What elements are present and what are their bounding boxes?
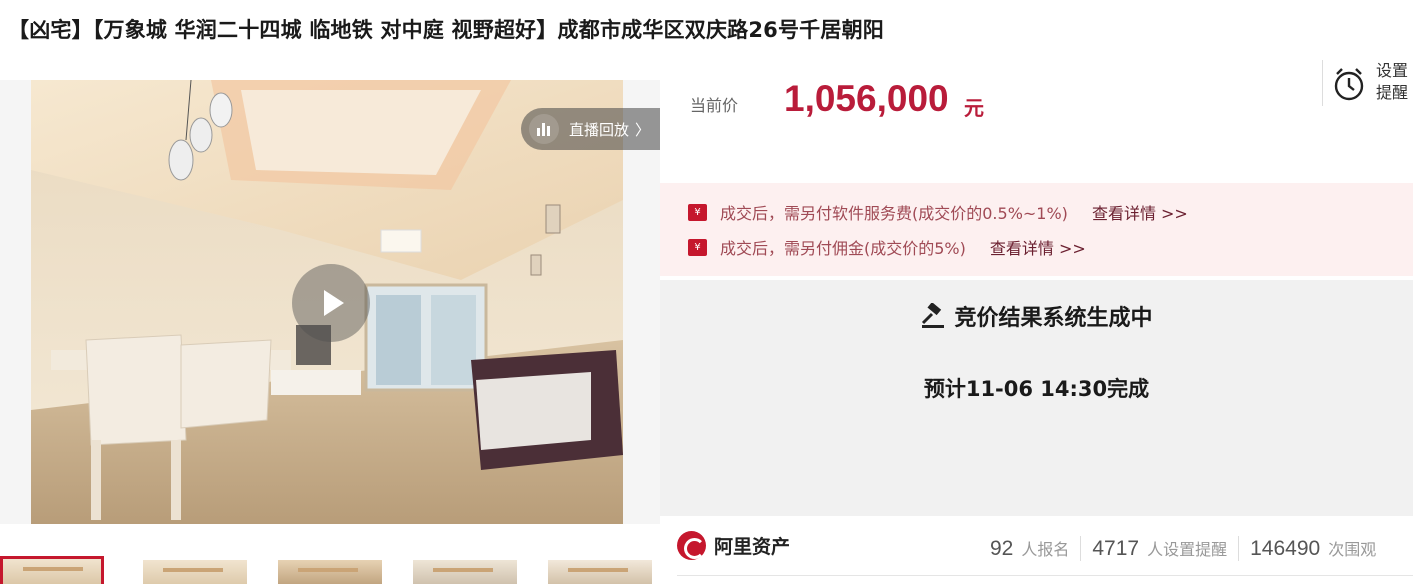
view-details-link[interactable]: 查看详情 >> bbox=[990, 235, 1086, 259]
current-price: 1,056,000 bbox=[784, 78, 949, 119]
thumbnail-item[interactable] bbox=[413, 560, 517, 584]
thumbnail-item[interactable] bbox=[548, 560, 652, 584]
result-heading: 竞价结果系统生成中 bbox=[954, 306, 1153, 331]
price-label: 当前价 bbox=[690, 96, 739, 115]
play-video-button[interactable] bbox=[292, 264, 370, 342]
gavel-icon bbox=[922, 303, 945, 328]
stat-reminders: 4717 人设置提醒 bbox=[1080, 535, 1238, 561]
result-heading-row: 竞价结果系统生成中 bbox=[660, 300, 1413, 332]
stat-views: 146490 次围观 bbox=[1238, 535, 1387, 561]
stat-label: 人设置提醒 bbox=[1147, 539, 1228, 559]
fee-notice-row: ¥ 成交后，需另付佣金(成交价的5%) 查看详情 >> bbox=[688, 236, 1086, 258]
view-details-link[interactable]: 查看详情 >> bbox=[1092, 200, 1188, 224]
thumbnail-item[interactable] bbox=[0, 556, 104, 584]
divider bbox=[677, 575, 1413, 576]
thumbnail-item[interactable] bbox=[143, 560, 247, 584]
stat-value: 92 bbox=[990, 536, 1014, 560]
stats-bar: 92 人报名 4717 人设置提醒 146490 次围观 bbox=[990, 533, 1387, 563]
fee-notice-text: 成交后，需另付佣金(成交价的5%) bbox=[720, 239, 966, 258]
live-replay-label: 直播回放 bbox=[569, 120, 630, 139]
price-unit: 元 bbox=[964, 96, 984, 120]
set-reminder-label: 设置提醒 bbox=[1376, 61, 1409, 102]
set-reminder-button[interactable]: 设置提醒 bbox=[1322, 60, 1413, 106]
live-replay-button[interactable]: 直播回放 〉 bbox=[521, 108, 660, 150]
thumbnail-item[interactable] bbox=[278, 560, 382, 584]
brand-logo-link[interactable]: 阿里资产 bbox=[677, 530, 790, 560]
stat-value: 146490 bbox=[1250, 536, 1321, 560]
result-eta: 预计11-06 14:30完成 bbox=[923, 377, 1150, 401]
chevron-right-icon: 〉 bbox=[635, 120, 651, 139]
thumbnail-strip bbox=[0, 556, 660, 584]
stat-value: 4717 bbox=[1092, 536, 1140, 560]
alarm-clock-icon bbox=[1334, 68, 1364, 101]
yen-icon: ¥ bbox=[688, 203, 707, 221]
stat-label: 次围观 bbox=[1328, 539, 1377, 559]
fee-notice-panel: ¥ 成交后，需另付软件服务费(成交价的0.5%~1%) 查看详情 >> ¥ 成交… bbox=[660, 183, 1413, 276]
brand-name: 阿里资产 bbox=[714, 535, 791, 558]
fee-notice-row: ¥ 成交后，需另付软件服务费(成交价的0.5%~1%) 查看详情 >> bbox=[688, 201, 1188, 223]
bar-chart-icon bbox=[529, 114, 559, 144]
listing-title: 【凶宅】【万象城 华润二十四城 临地铁 对中庭 视野超好】成都市成华区双庆路26… bbox=[8, 18, 884, 42]
fee-notice-text: 成交后，需另付软件服务费(成交价的0.5%~1%) bbox=[720, 204, 1068, 223]
auction-result-panel: 竞价结果系统生成中 预计11-06 14:30完成 bbox=[660, 280, 1413, 516]
ali-assets-logo-icon bbox=[677, 530, 706, 560]
stat-label: 人报名 bbox=[1021, 539, 1070, 559]
stat-signups: 92 人报名 bbox=[990, 536, 1080, 561]
yen-icon: ¥ bbox=[688, 238, 707, 256]
